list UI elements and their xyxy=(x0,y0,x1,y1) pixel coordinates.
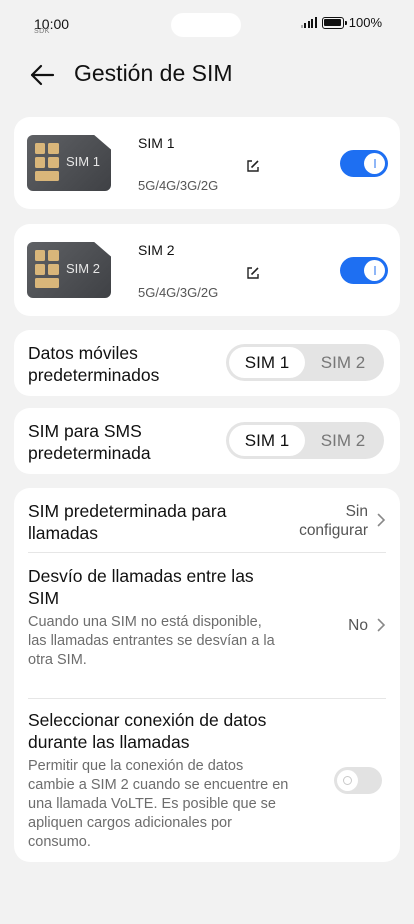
edit-sim-name-button[interactable] xyxy=(246,159,260,173)
edit-icon xyxy=(247,160,259,172)
sim-card-icon: SIM 2 xyxy=(27,242,111,298)
battery-full-icon xyxy=(321,16,347,29)
data-during-calls-title: Seleccionar conexión de datos durante la… xyxy=(28,710,267,752)
sim-2-card: SIM 2 SIM 2 5G/4G/3G/2G xyxy=(14,224,400,316)
mobile-data-option-sim-2[interactable]: SIM 2 xyxy=(305,347,381,378)
edit-icon xyxy=(247,267,259,279)
status-indicators: 100% xyxy=(300,15,382,30)
chevron-right-icon xyxy=(377,513,386,527)
page-title: Gestión de SIM xyxy=(74,60,233,86)
call-forwarding-row[interactable]: Desvío de llamadas entre las SIM Cuando … xyxy=(14,553,400,697)
sim-1-card: SIM 1 SIM 1 5G/4G/3G/2G xyxy=(14,117,400,209)
sim-name: SIM 1 xyxy=(138,135,175,151)
arrow-left-icon xyxy=(30,64,55,86)
signal-bars-icon xyxy=(300,17,317,28)
data-during-calls-toggle[interactable] xyxy=(334,767,382,794)
sim-name: SIM 2 xyxy=(138,242,175,258)
default-call-sim-title: SIM predeterminada para llamadas xyxy=(28,501,227,543)
call-forwarding-title: Desvío de llamadas entre las SIM xyxy=(28,566,254,608)
sim-card-icon: SIM 1 xyxy=(27,135,111,191)
call-forwarding-description: Cuando una SIM no está disponible, las l… xyxy=(28,614,275,668)
data-during-calls-row: Seleccionar conexión de datos durante la… xyxy=(14,699,400,862)
default-call-sim-row[interactable]: SIM predeterminada para llamadas Sin con… xyxy=(14,488,400,552)
chip-contacts xyxy=(35,143,59,183)
status-carrier: SDK xyxy=(34,28,50,35)
sms-selector: SIM 1 SIM 2 xyxy=(226,422,384,459)
back-button[interactable] xyxy=(26,59,58,91)
app-header: Gestión de SIM xyxy=(0,55,414,95)
chip-contacts xyxy=(35,250,59,290)
sim-2-toggle[interactable] xyxy=(340,257,388,284)
sms-option-sim-2[interactable]: SIM 2 xyxy=(305,425,381,456)
edit-sim-name-button[interactable] xyxy=(246,266,260,280)
battery-percent: 100% xyxy=(348,15,382,30)
mobile-data-option-sim-1[interactable]: SIM 1 xyxy=(229,347,305,378)
camera-pill xyxy=(171,13,241,37)
sim-network-types: 5G/4G/3G/2G xyxy=(138,178,219,193)
sim-1-toggle[interactable] xyxy=(340,150,388,177)
sms-title: SIM para SMS predeterminada xyxy=(28,421,151,463)
default-call-sim-value-line1: Sin xyxy=(345,503,368,520)
mobile-data-card: Datos móviles predeterminados SIM 1 SIM … xyxy=(14,330,400,396)
chevron-right-icon xyxy=(377,618,386,632)
data-during-calls-description: Permitir que la conexión de datos cambie… xyxy=(28,758,289,850)
call-forwarding-value: No xyxy=(348,617,368,634)
mobile-data-selector: SIM 1 SIM 2 xyxy=(226,344,384,381)
mobile-data-title: Datos móviles predeterminados xyxy=(28,343,160,385)
default-call-sim-value-line2: configurar xyxy=(299,522,368,539)
status-bar: 10:00 SDK 100% xyxy=(0,0,414,48)
sim-chip-label: SIM 2 xyxy=(66,261,100,276)
sms-option-sim-1[interactable]: SIM 1 xyxy=(229,425,305,456)
sim-chip-label: SIM 1 xyxy=(66,154,100,169)
sim-network-types: 5G/4G/3G/2G xyxy=(138,285,219,300)
calls-settings-card: SIM predeterminada para llamadas Sin con… xyxy=(14,488,400,862)
sms-card: SIM para SMS predeterminada SIM 1 SIM 2 xyxy=(14,408,400,474)
